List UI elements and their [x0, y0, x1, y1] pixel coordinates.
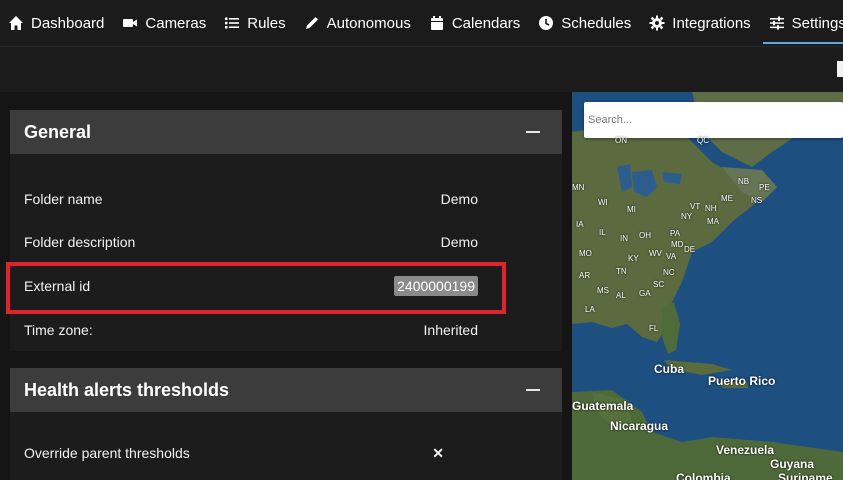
sliders-icon	[769, 15, 785, 31]
general-panel: General Folder name Demo Folder descript…	[10, 110, 562, 351]
nav-cameras[interactable]: Cameras	[122, 0, 206, 46]
folder-description-row: Folder description Demo	[10, 227, 562, 257]
nav-calendars-label: Calendars	[451, 14, 521, 32]
map-label: IA	[576, 220, 584, 229]
map-label: LA	[585, 305, 595, 314]
map-label: Nicaragua	[610, 419, 669, 433]
gear-icon	[649, 15, 665, 31]
map-label: WI	[598, 198, 608, 207]
map-label: FL	[649, 324, 659, 333]
map-label: Guyana	[770, 457, 815, 471]
health-alerts-header[interactable]: Health alerts thresholds	[10, 368, 562, 412]
map-label: GA	[639, 289, 651, 298]
general-panel-header[interactable]: General	[10, 110, 562, 154]
top-navigation: Dashboard Cameras Rules Autonomous Calen…	[0, 0, 843, 46]
map-label: Puerto Rico	[708, 374, 776, 388]
map-label: IL	[599, 228, 606, 237]
map-label: OH	[639, 231, 651, 240]
nav-calendars[interactable]: Calendars	[429, 0, 520, 46]
close-icon: ✕	[432, 444, 444, 461]
health-alerts-panel: Health alerts thresholds Override parent…	[10, 368, 562, 480]
home-icon	[8, 15, 24, 31]
map-label: ME	[721, 194, 733, 203]
nav-schedules-label: Schedules	[561, 14, 632, 32]
map-label: KY	[628, 254, 639, 263]
list-icon	[224, 15, 240, 31]
nav-integrations[interactable]: Integrations	[649, 0, 751, 46]
general-panel-title: General	[24, 121, 92, 142]
map-label: IN	[620, 234, 628, 243]
nav-rules[interactable]: Rules	[224, 0, 286, 46]
map-label: DE	[684, 245, 696, 254]
map-label: NH	[705, 204, 717, 213]
time-zone-value: Inherited	[423, 322, 478, 338]
health-alerts-title: Health alerts thresholds	[24, 379, 230, 400]
map-label: NC	[663, 268, 675, 277]
clock-icon	[538, 15, 554, 31]
nav-settings-label: Settings	[791, 14, 843, 32]
map-label: SC	[653, 280, 665, 289]
folder-name-row: Folder name Demo	[10, 184, 562, 214]
map-search-box[interactable]	[584, 102, 843, 138]
nav-autonomous-label: Autonomous	[326, 14, 411, 32]
map-label: MN	[572, 183, 585, 192]
map-label: NY	[681, 212, 693, 221]
map-label: TN	[616, 267, 627, 276]
time-zone-label: Time zone:	[24, 322, 93, 338]
folder-description-value: Demo	[440, 234, 478, 250]
folder-name-value: Demo	[440, 191, 478, 207]
map-search-input[interactable]	[584, 102, 843, 138]
folder-description-label: Folder description	[24, 234, 136, 250]
map-label: Venezuela	[716, 443, 775, 457]
nav-schedules[interactable]: Schedules	[538, 0, 631, 46]
map-label: Colombia	[676, 471, 731, 480]
map-label: AR	[579, 271, 591, 280]
map-label: WV	[649, 249, 662, 258]
map-label: MS	[597, 286, 609, 295]
pencil-icon	[304, 15, 320, 31]
nav-settings[interactable]: Settings	[762, 0, 843, 46]
map-label: MO	[579, 249, 592, 258]
map-label: PE	[759, 183, 770, 192]
map-label: ON	[615, 136, 627, 145]
nav-cameras-label: Cameras	[145, 14, 207, 32]
time-zone-row: Time zone: Inherited	[10, 315, 562, 345]
folder-name-label: Folder name	[24, 191, 103, 207]
map-view[interactable]: ON QC NB PE ME NS NH VT NY MA MN WI MI I…	[572, 92, 843, 480]
map-label: VA	[666, 252, 677, 261]
nav-dashboard[interactable]: Dashboard	[8, 0, 104, 46]
external-id-highlight	[6, 262, 506, 314]
map-label: NS	[751, 196, 763, 205]
override-thresholds-label: Override parent thresholds	[24, 445, 190, 461]
map-label: AL	[616, 291, 626, 300]
nav-dashboard-label: Dashboard	[31, 14, 105, 32]
override-thresholds-row: Override parent thresholds ✕	[10, 438, 562, 468]
map-label: Cuba	[654, 362, 684, 376]
map-label: Suriname	[778, 471, 833, 480]
map-label: Guatemala	[572, 399, 634, 413]
map-label: MI	[627, 205, 636, 214]
sub-toolbar	[0, 46, 843, 92]
calendar-icon	[429, 15, 445, 31]
map-label: VT	[690, 202, 701, 211]
map-label: PA	[670, 229, 681, 238]
nav-rules-label: Rules	[247, 14, 286, 32]
nav-integrations-label: Integrations	[672, 14, 751, 32]
nav-autonomous[interactable]: Autonomous	[304, 0, 411, 46]
collapse-icon[interactable]	[526, 131, 540, 133]
toolbar-edge-glyph	[837, 61, 843, 77]
map-label: MA	[707, 217, 719, 226]
map-label: MD	[671, 240, 684, 249]
map-label: QC	[697, 136, 709, 145]
collapse-icon[interactable]	[526, 389, 540, 391]
video-camera-icon	[122, 15, 138, 31]
map-label: NB	[738, 177, 750, 186]
